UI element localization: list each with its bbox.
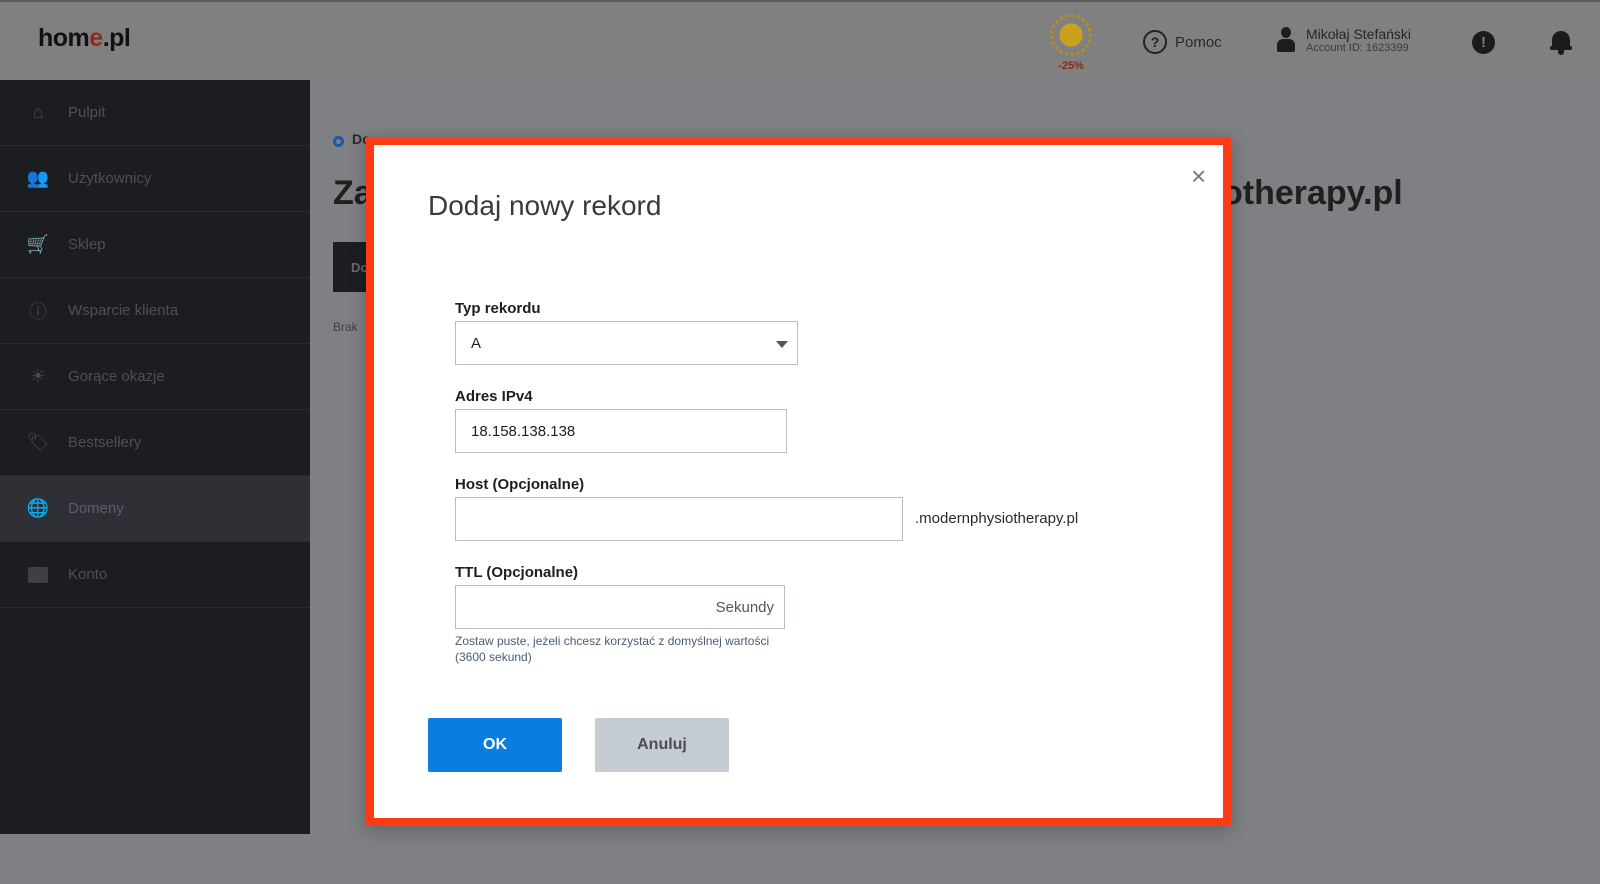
promo-banner[interactable]: -25% bbox=[1040, 10, 1102, 76]
ipv4-value: 18.158.138.138 bbox=[471, 422, 576, 440]
logo[interactable]: home.pl bbox=[38, 24, 131, 53]
sidebar-item-okazje[interactable]: ☀ Gorące okazje bbox=[0, 344, 310, 410]
user-name: Mikołaj Stefański bbox=[1306, 26, 1412, 42]
record-type-select[interactable]: A bbox=[455, 321, 798, 365]
user-icon bbox=[1276, 27, 1296, 53]
sidebar-item-uzytkownicy[interactable]: 👥 Użytkownicy bbox=[0, 146, 310, 212]
record-type-label: Typ rekordu bbox=[455, 300, 541, 317]
sidebar-item-sklep[interactable]: 🛒 Sklep bbox=[0, 212, 310, 278]
host-domain-suffix: .modernphysiotherapy.pl bbox=[915, 510, 1079, 527]
tag-icon: 🏷 bbox=[26, 432, 50, 452]
ipv4-input[interactable]: 18.158.138.138 bbox=[455, 409, 787, 453]
ipv4-label: Adres IPv4 bbox=[455, 388, 533, 405]
modal-title: Dodaj nowy rekord bbox=[428, 190, 662, 221]
briefcase-icon bbox=[26, 564, 50, 586]
logo-prefix: hom bbox=[38, 24, 90, 52]
sidebar-item-label: Pulpit bbox=[68, 104, 106, 121]
page-title-right: otherapy.pl bbox=[1222, 174, 1403, 212]
sidebar-item-domeny[interactable]: 🌐 Domeny bbox=[0, 476, 310, 542]
user-menu[interactable]: Mikołaj Stefański Account ID: 1623399 bbox=[1276, 26, 1411, 54]
alert-icon[interactable]: ! bbox=[1472, 31, 1495, 54]
sidebar-item-label: Wsparcie klienta bbox=[68, 302, 179, 319]
cancel-button[interactable]: Anuluj bbox=[595, 718, 729, 772]
sidebar-item-label: Konto bbox=[68, 566, 108, 583]
top-bar: home.pl -25% ? Pomoc Mikołaj Stefański A… bbox=[0, 0, 1600, 80]
sidebar-item-label: Domeny bbox=[68, 500, 124, 517]
sidebar-item-label: Sklep bbox=[68, 236, 106, 253]
sidebar: ⌂ Pulpit 👥 Użytkownicy 🛒 Sklep ⓘ Wsparci… bbox=[0, 80, 310, 834]
breadcrumb-dot-icon bbox=[333, 136, 344, 147]
sidebar-item-konto[interactable]: Konto bbox=[0, 542, 310, 608]
host-input[interactable] bbox=[455, 497, 903, 541]
sidebar-item-wsparcie[interactable]: ⓘ Wsparcie klienta bbox=[0, 278, 310, 344]
users-icon: 👥 bbox=[26, 168, 50, 188]
account-id: Account ID: 1623399 bbox=[1306, 42, 1409, 54]
cart-icon: 🛒 bbox=[26, 234, 50, 254]
globe-icon: 🌐 bbox=[26, 498, 50, 518]
close-icon[interactable]: × bbox=[1191, 163, 1206, 189]
sidebar-item-label: Bestsellery bbox=[68, 434, 142, 451]
help-link[interactable]: ? Pomoc bbox=[1143, 30, 1222, 54]
home-icon: ⌂ bbox=[32, 102, 44, 122]
sidebar-item-label: Użytkownicy bbox=[68, 170, 152, 187]
ttl-hint: Zostaw puste, jeżeli chcesz korzystać z … bbox=[455, 634, 770, 664]
host-label: Host (Opcjonalne) bbox=[455, 476, 585, 493]
sidebar-item-pulpit[interactable]: ⌂ Pulpit bbox=[0, 80, 310, 146]
ok-button[interactable]: OK bbox=[428, 718, 562, 772]
info-icon: ⓘ bbox=[29, 301, 47, 322]
background-empty-text: Brak bbox=[333, 320, 358, 334]
promo-discount: -25% bbox=[1058, 60, 1084, 72]
question-icon: ? bbox=[1143, 30, 1167, 54]
ttl-unit: Sekundy bbox=[715, 599, 774, 616]
sun-icon: ☀ bbox=[29, 366, 47, 386]
help-label: Pomoc bbox=[1175, 33, 1222, 51]
add-record-modal: × Dodaj nowy rekord Typ rekordu A Adres … bbox=[366, 137, 1231, 826]
logo-accent: e bbox=[89, 24, 103, 52]
logo-suffix: .pl bbox=[102, 24, 131, 52]
chevron-down-icon bbox=[776, 341, 788, 348]
ttl-label: TTL (Opcjonalne) bbox=[455, 564, 579, 581]
bell-icon[interactable] bbox=[1550, 29, 1572, 55]
record-type-value: A bbox=[471, 334, 482, 352]
ttl-input[interactable]: Sekundy bbox=[455, 585, 785, 629]
sidebar-item-bestsellery[interactable]: 🏷 Bestsellery bbox=[0, 410, 310, 476]
promo-sun-icon bbox=[1050, 14, 1092, 56]
sidebar-item-label: Gorące okazje bbox=[68, 368, 165, 385]
